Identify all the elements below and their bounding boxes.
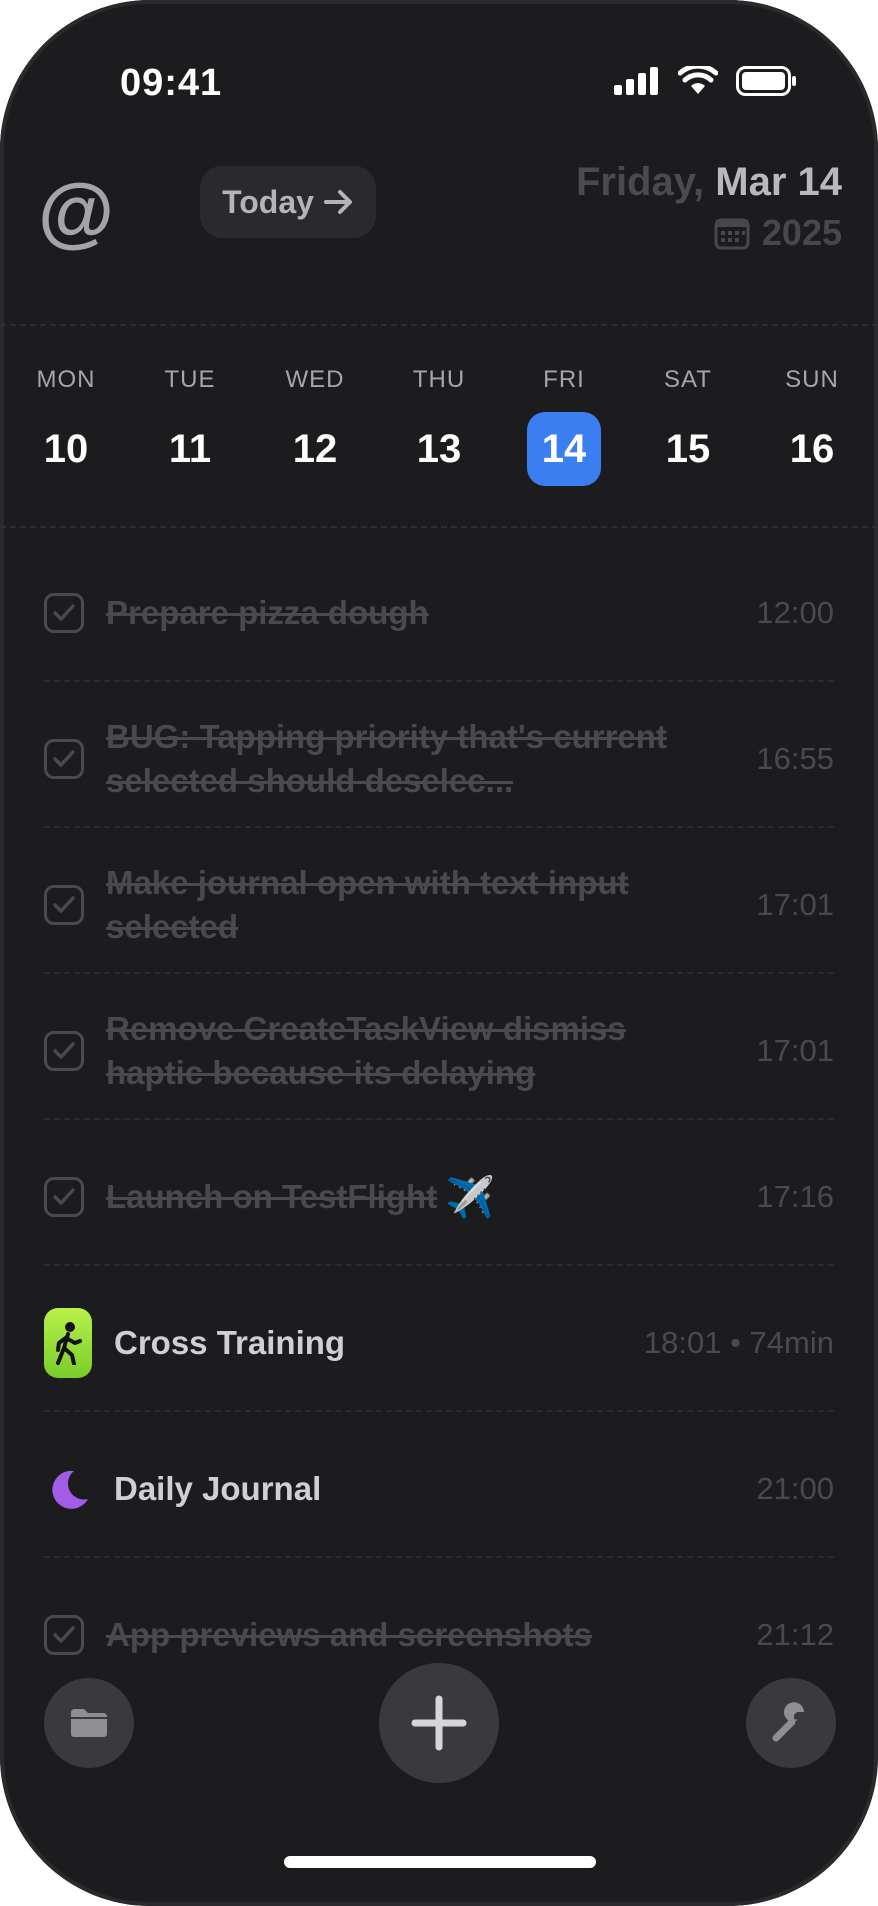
wrench-icon xyxy=(772,1702,804,1742)
checkbox-checked-icon[interactable] xyxy=(44,739,84,779)
task-title: BUG: Tapping priority that's current sel… xyxy=(106,718,667,799)
task-divider xyxy=(44,826,834,828)
airplane-emoji: ✈️ xyxy=(445,1175,496,1220)
day-label: SAT xyxy=(664,366,712,393)
checkbox-checked-icon[interactable] xyxy=(44,1031,84,1071)
day-label: TUE xyxy=(164,366,216,393)
task-title: App previews and screenshots xyxy=(106,1616,592,1653)
task-time: 12:00 xyxy=(756,595,834,630)
task-time: 21:12 xyxy=(756,1617,834,1652)
task-row[interactable]: Cross Training 18:01 • 74min xyxy=(44,1270,834,1416)
task-divider xyxy=(44,680,834,682)
today-button-label: Today xyxy=(222,183,314,220)
moon-icon xyxy=(52,1470,88,1509)
day-tue[interactable]: TUE 11 xyxy=(135,366,245,486)
task-divider xyxy=(44,1410,834,1412)
task-time: 17:01 xyxy=(756,1033,834,1068)
task-time: 21:00 xyxy=(756,1471,834,1506)
header: @ Today Friday, Mar 14 2025 xyxy=(0,150,878,320)
task-title: Prepare pizza dough xyxy=(106,594,429,631)
folder-icon xyxy=(71,1709,107,1737)
home-indicator xyxy=(284,1856,596,1868)
day-fri[interactable]: FRI 14 xyxy=(509,366,619,486)
plus-icon xyxy=(411,1695,467,1751)
day-number: 12 xyxy=(292,427,338,471)
checkbox-checked-icon[interactable] xyxy=(44,1615,84,1655)
day-mon[interactable]: MON 10 xyxy=(11,366,121,486)
add-task-button[interactable] xyxy=(379,1663,499,1783)
day-number: 11 xyxy=(168,427,212,471)
task-time: 17:16 xyxy=(756,1179,834,1214)
day-number: 13 xyxy=(416,427,462,471)
day-sat[interactable]: SAT 15 xyxy=(633,366,743,486)
status-bar: 09:41 xyxy=(0,0,878,170)
day-number: 16 xyxy=(789,427,835,471)
month-day-label: Mar 14 xyxy=(715,160,842,204)
day-label: FRI xyxy=(543,366,585,393)
task-divider xyxy=(44,1556,834,1558)
task-time: 16:55 xyxy=(756,741,834,776)
day-label: MON xyxy=(36,366,96,393)
wifi-icon xyxy=(678,66,718,94)
day-number-selected: 14 xyxy=(527,412,601,486)
task-row[interactable]: Make journal open with text input select… xyxy=(44,832,834,978)
day-thu[interactable]: THU 13 xyxy=(384,366,494,486)
date-display[interactable]: Friday, Mar 14 2025 xyxy=(576,160,842,254)
checkbox-checked-icon[interactable] xyxy=(44,885,84,925)
task-time: 18:01 • 74min xyxy=(643,1325,834,1360)
task-title: Remove CreateTaskView dismiss haptic bec… xyxy=(106,1010,626,1091)
task-time: 17:01 xyxy=(756,887,834,922)
weekday-label: Friday, xyxy=(575,160,705,204)
task-row[interactable]: Prepare pizza dough 12:00 xyxy=(44,540,834,686)
task-divider xyxy=(44,1264,834,1266)
bottom-bar xyxy=(0,1660,878,1790)
task-divider xyxy=(44,1118,834,1120)
status-icons xyxy=(614,66,798,96)
task-row[interactable]: BUG: Tapping priority that's current sel… xyxy=(44,686,834,832)
app-logo[interactable]: @ xyxy=(38,172,114,250)
day-wed[interactable]: WED 12 xyxy=(260,366,370,486)
task-title: Daily Journal xyxy=(114,1470,322,1507)
week-strip: MON 10 TUE 11 WED 12 THU 13 FRI 14 SAT 1… xyxy=(0,366,878,496)
arrow-right-icon xyxy=(323,190,352,214)
day-sun[interactable]: SUN 16 xyxy=(757,366,867,486)
signal-icon xyxy=(614,67,658,95)
task-row[interactable]: Remove CreateTaskView dismiss haptic bec… xyxy=(44,978,834,1124)
checkbox-checked-icon[interactable] xyxy=(44,593,84,633)
calendar-icon xyxy=(714,218,750,250)
divider xyxy=(0,526,878,528)
divider xyxy=(0,324,878,326)
day-label: SUN xyxy=(785,366,839,393)
task-title: Cross Training xyxy=(114,1324,346,1361)
walking-icon xyxy=(44,1308,92,1378)
day-label: WED xyxy=(285,366,345,393)
task-divider xyxy=(44,972,834,974)
settings-button[interactable] xyxy=(746,1678,836,1768)
day-label: THU xyxy=(412,366,466,393)
status-time: 09:41 xyxy=(120,62,223,104)
app-screen: 09:41 @ Today Friday, Mar 14 2025 MON 10… xyxy=(0,0,878,1906)
year-label: 2025 xyxy=(761,212,842,253)
day-number: 15 xyxy=(665,427,711,471)
task-title: Make journal open with text input select… xyxy=(106,864,629,945)
folder-button[interactable] xyxy=(44,1678,134,1768)
day-number: 10 xyxy=(43,427,89,471)
task-row[interactable]: Launch on TestFlight ✈️ 17:16 xyxy=(44,1124,834,1270)
checkbox-checked-icon[interactable] xyxy=(44,1177,84,1217)
task-title: Launch on TestFlight xyxy=(106,1178,438,1215)
task-row[interactable]: Daily Journal 21:00 xyxy=(44,1416,834,1562)
battery-icon xyxy=(736,66,796,96)
today-button[interactable]: Today xyxy=(200,166,376,238)
